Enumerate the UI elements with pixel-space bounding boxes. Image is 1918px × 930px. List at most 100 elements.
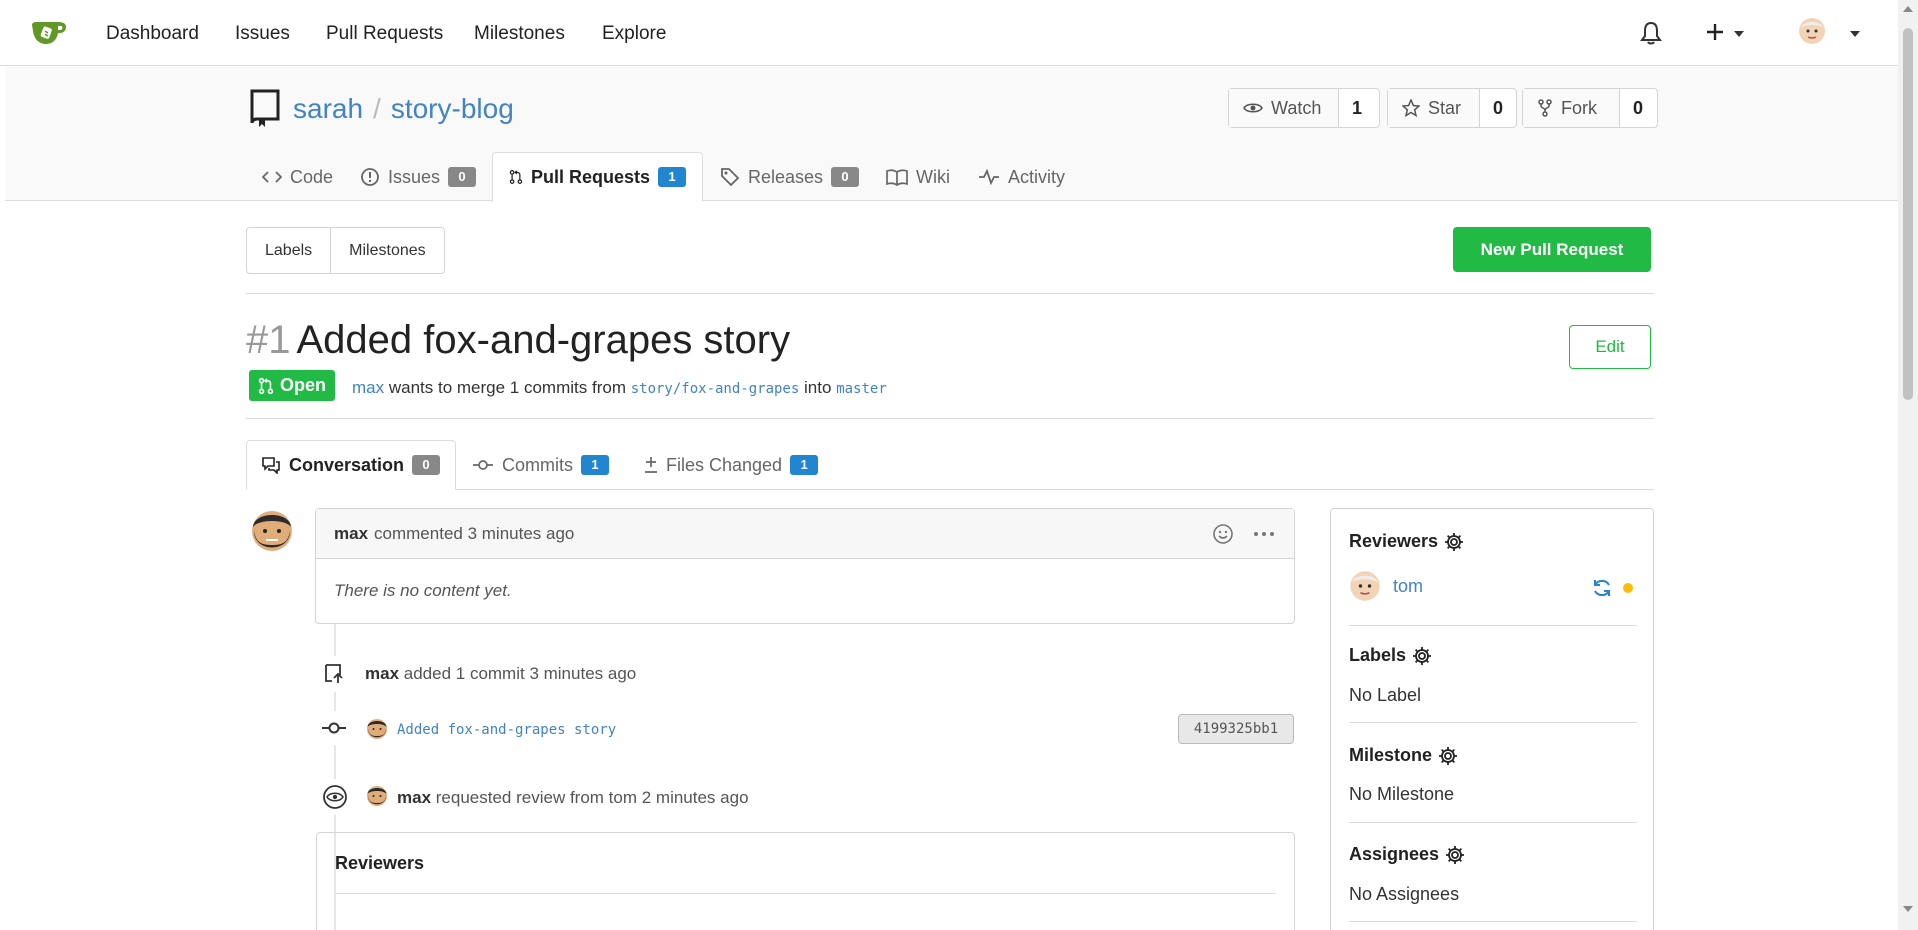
- commit-message-link[interactable]: Added fox-and-grapes story: [397, 722, 616, 738]
- pr-title-text: Added fox-and-grapes story: [296, 318, 791, 362]
- tab-wiki[interactable]: Wiki: [886, 152, 950, 202]
- issue-icon: [361, 168, 379, 186]
- push-user[interactable]: max: [365, 664, 399, 683]
- divider: [1349, 822, 1637, 823]
- repo-title: sarah / story-blog: [293, 93, 514, 124]
- fork-label[interactable]: Fork: [1523, 89, 1620, 127]
- tab-files-changed[interactable]: Files Changed 1: [644, 440, 819, 490]
- milestone-value: No Milestone: [1349, 784, 1455, 804]
- gear-icon[interactable]: [1438, 746, 1458, 766]
- gear-icon[interactable]: [1444, 532, 1464, 552]
- eye-icon: [1243, 103, 1263, 113]
- star-icon: [1402, 99, 1420, 117]
- tab-pull-requests[interactable]: Pull Requests 1: [492, 152, 703, 202]
- divider: [1349, 921, 1637, 922]
- pr-state-badge: Open: [249, 370, 336, 401]
- pr-author-link[interactable]: max: [352, 378, 384, 397]
- gear-icon[interactable]: [1412, 646, 1432, 666]
- reviewer-name-link[interactable]: tom: [1393, 576, 1423, 597]
- comment-body: There is no content yet.: [334, 581, 512, 600]
- scrollbar[interactable]: [1898, 0, 1918, 930]
- files-count-badge: 1: [790, 455, 819, 475]
- tab-code[interactable]: Code: [262, 152, 333, 202]
- tab-commits[interactable]: Commits 1: [472, 440, 609, 490]
- repo-icon: [248, 88, 282, 133]
- repo-owner-link[interactable]: sarah: [293, 93, 363, 124]
- comments-icon: [262, 457, 280, 474]
- comment-action: commented 3 minutes ago: [374, 523, 575, 543]
- fork-count[interactable]: 0: [1620, 89, 1656, 127]
- bell-icon[interactable]: [1640, 21, 1662, 50]
- emoji-reaction-icon[interactable]: [1212, 523, 1234, 545]
- head-branch-link[interactable]: story/fox-and-grapes: [631, 381, 800, 397]
- nav-milestones[interactable]: Milestones: [474, 23, 565, 45]
- divider: [1349, 722, 1637, 723]
- eye-icon: [317, 779, 353, 815]
- top-navbar: Dashboard Issues Pull Requests Milestone…: [0, 0, 1898, 66]
- star-button[interactable]: Star 0: [1387, 88, 1517, 128]
- new-pull-request-button[interactable]: New Pull Request: [1453, 227, 1651, 272]
- push-icon: [317, 656, 353, 692]
- tab-conversation[interactable]: Conversation 0: [246, 440, 456, 490]
- star-count[interactable]: 0: [1480, 89, 1516, 127]
- book-icon: [886, 169, 908, 186]
- tab-issues[interactable]: Issues 0: [360, 152, 477, 202]
- watch-count[interactable]: 1: [1339, 89, 1375, 127]
- issues-count-badge: 0: [448, 167, 477, 187]
- divider: [335, 893, 1276, 894]
- commenter-avatar[interactable]: [248, 507, 296, 559]
- divider: [246, 293, 1654, 294]
- sidebar-assignees-title[interactable]: Assignees: [1349, 844, 1465, 865]
- re-request-review-icon[interactable]: [1591, 577, 1613, 604]
- reviewers-box-title: Reviewers: [335, 853, 425, 873]
- base-branch-link[interactable]: master: [836, 381, 887, 397]
- commit-sha-button[interactable]: 4199325bb1: [1178, 714, 1294, 744]
- review-request-user[interactable]: max: [397, 788, 431, 807]
- comment-box: max commented 3 minutes ago There is no …: [315, 508, 1295, 624]
- chevron-down-icon[interactable]: [1734, 31, 1744, 37]
- fork-button[interactable]: Fork 0: [1522, 88, 1658, 128]
- watch-button[interactable]: Watch 1: [1228, 88, 1380, 128]
- labels-value: No Label: [1349, 685, 1422, 705]
- gear-icon[interactable]: [1445, 845, 1465, 865]
- releases-count-badge: 0: [831, 167, 860, 187]
- gitea-logo-icon[interactable]: [30, 19, 68, 47]
- push-event: max added 1 commit 3 minutes ago: [365, 664, 637, 683]
- tab-activity[interactable]: Activity: [978, 152, 1065, 202]
- comment-actions: [1212, 523, 1276, 545]
- watch-label[interactable]: Watch: [1229, 89, 1339, 127]
- commit-icon: [473, 460, 493, 470]
- scroll-thumb[interactable]: [1903, 28, 1913, 400]
- reviewers-box: Reviewers: [316, 832, 1295, 930]
- comment-header: max commented 3 minutes ago: [316, 509, 1294, 559]
- commits-count-badge: 1: [581, 455, 609, 475]
- nav-issues[interactable]: Issues: [235, 23, 290, 45]
- fork-icon: [1538, 99, 1552, 117]
- repo-name-link[interactable]: story-blog: [391, 93, 514, 124]
- commit-author-avatar[interactable]: [365, 717, 389, 743]
- scroll-down-arrow-icon[interactable]: [1903, 906, 1913, 912]
- labels-button[interactable]: Labels: [247, 228, 330, 273]
- sidebar-reviewers-title[interactable]: Reviewers: [1349, 531, 1464, 552]
- scroll-up-arrow-icon[interactable]: [1903, 6, 1913, 12]
- plus-icon[interactable]: [1706, 23, 1724, 46]
- divider: [1349, 625, 1637, 626]
- milestones-button[interactable]: Milestones: [330, 228, 443, 273]
- nav-pull-requests[interactable]: Pull Requests: [326, 23, 443, 45]
- sidebar-labels-title[interactable]: Labels: [1349, 645, 1432, 666]
- more-options-icon[interactable]: [1252, 523, 1276, 545]
- comment-author[interactable]: max: [334, 524, 368, 544]
- nav-explore[interactable]: Explore: [602, 23, 666, 45]
- chevron-down-icon[interactable]: [1850, 31, 1860, 37]
- tag-icon: [721, 168, 740, 187]
- user-avatar[interactable]: [1798, 16, 1826, 51]
- review-requester-avatar[interactable]: [365, 784, 389, 810]
- edit-title-button[interactable]: Edit: [1569, 325, 1651, 369]
- sidebar-milestone-title[interactable]: Milestone: [1349, 745, 1458, 766]
- tab-releases[interactable]: Releases 0: [720, 152, 860, 202]
- pr-title: #1 Added fox-and-grapes story: [246, 318, 790, 363]
- nav-dashboard[interactable]: Dashboard: [106, 23, 199, 45]
- star-label[interactable]: Star: [1388, 89, 1480, 127]
- review-pending-status-dot: [1623, 583, 1633, 593]
- reviewer-avatar[interactable]: [1349, 569, 1381, 608]
